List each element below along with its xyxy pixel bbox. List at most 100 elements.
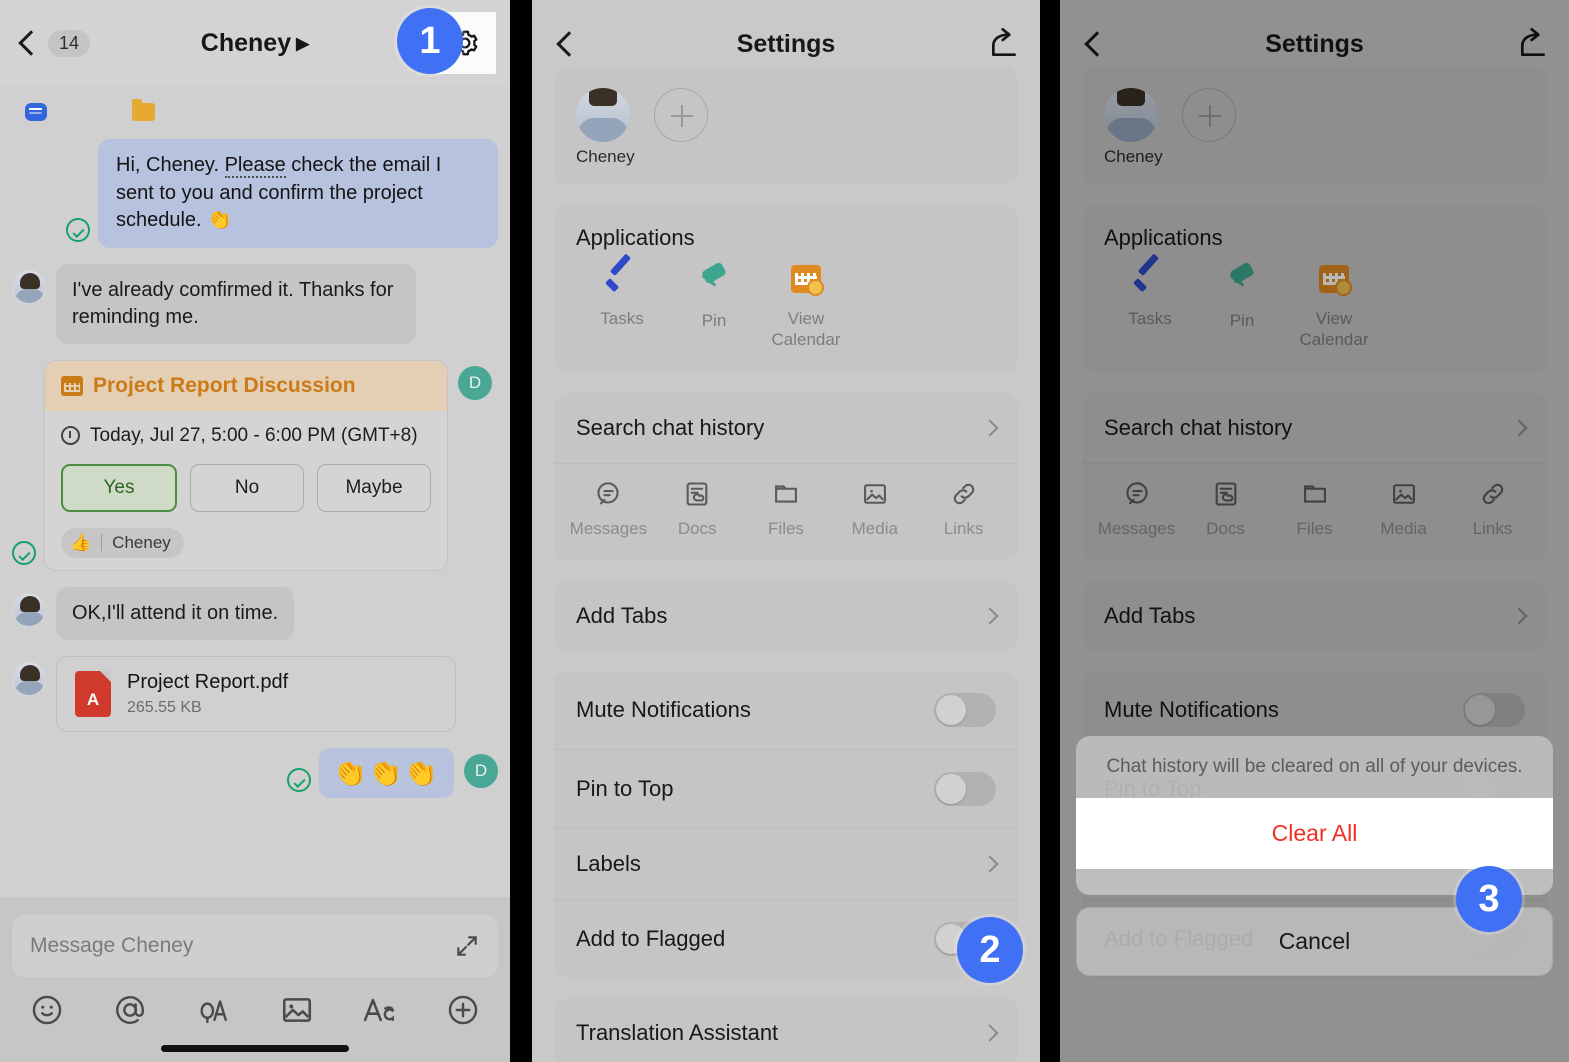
pdf-file-icon bbox=[75, 670, 111, 717]
plus-icon[interactable] bbox=[446, 993, 480, 1027]
home-indicator bbox=[161, 1045, 349, 1052]
filter-files[interactable]: Files bbox=[742, 480, 831, 539]
chevron-down-icon[interactable]: ▶ bbox=[296, 34, 309, 53]
message-text-underlined: Please bbox=[224, 154, 286, 178]
translation-assistant-card: Translation Assistant bbox=[554, 997, 1018, 1062]
file-message-row: Project Report.pdf 265.55 KB bbox=[12, 655, 498, 732]
applications-title: Applications bbox=[576, 225, 695, 250]
message-list: Hi, Cheney. Please check the email I sen… bbox=[0, 139, 510, 798]
filter-label: Files bbox=[768, 518, 804, 538]
rsvp-buttons: Yes No Maybe bbox=[61, 463, 431, 512]
pin-to-top-toggle[interactable] bbox=[934, 771, 996, 806]
filter-label: Docs bbox=[677, 518, 717, 538]
app-pin[interactable]: Pin bbox=[668, 265, 760, 351]
reaction-author: Cheney bbox=[112, 532, 171, 552]
rsvp-yes-button[interactable]: Yes bbox=[61, 463, 177, 512]
event-time-text: Today, Jul 27, 5:00 - 6:00 PM (GMT+8) bbox=[90, 424, 418, 446]
file-attachment-card[interactable]: Project Report.pdf 265.55 KB bbox=[56, 655, 456, 732]
filter-messages[interactable]: Messages bbox=[564, 480, 653, 539]
voice-to-text-icon[interactable] bbox=[196, 993, 230, 1027]
event-card[interactable]: Project Report Discussion Today, Jul 27,… bbox=[44, 359, 448, 571]
page-title: Settings bbox=[736, 29, 836, 58]
calendar-icon bbox=[61, 375, 83, 396]
search-chat-history-label: Search chat history bbox=[576, 414, 765, 440]
app-label: Tasks bbox=[600, 309, 644, 328]
app-view-calendar[interactable]: View Calendar bbox=[760, 265, 852, 351]
message-row-incoming: OK,I'll attend it on time. bbox=[12, 586, 498, 640]
translation-assistant-label: Translation Assistant bbox=[576, 1019, 779, 1045]
avatar-initial: D bbox=[464, 753, 498, 788]
thumbs-up-icon: 👍 bbox=[70, 532, 92, 552]
clear-all-button[interactable]: Clear All bbox=[1076, 798, 1553, 869]
preferences-card: Mute Notifications Pin to Top Labels Add… bbox=[554, 670, 1018, 978]
message-row-outgoing: Hi, Cheney. Please check the email I sen… bbox=[12, 139, 498, 248]
reaction-chip[interactable]: 👍 Cheney bbox=[61, 527, 184, 558]
avatar-initial: D bbox=[458, 365, 492, 400]
filter-links[interactable]: Links bbox=[919, 480, 1008, 539]
step-badge-3: 3 bbox=[1456, 866, 1522, 932]
clear-history-action-sheet: Chat history will be cleared on all of y… bbox=[1076, 736, 1553, 976]
settings-navbar: Settings bbox=[532, 0, 1040, 88]
settings-body: Cheney Applications Tasks Pin View Calen… bbox=[532, 66, 1040, 1062]
clock-icon bbox=[61, 426, 80, 446]
app-tasks[interactable]: Tasks bbox=[576, 265, 668, 351]
event-card-body: Today, Jul 27, 5:00 - 6:00 PM (GMT+8) Ye… bbox=[45, 411, 447, 570]
avatar bbox=[576, 88, 630, 142]
back-chevron-icon[interactable] bbox=[14, 30, 40, 56]
row-labels[interactable]: Labels bbox=[554, 827, 1018, 899]
filter-media[interactable]: Media bbox=[830, 480, 919, 539]
add-member-icon[interactable] bbox=[654, 88, 708, 142]
chat-bubble-icon bbox=[25, 102, 47, 121]
avatar bbox=[12, 661, 46, 696]
message-text-part1: Hi, Cheney. bbox=[116, 154, 225, 176]
members-list: Cheney bbox=[554, 88, 1018, 185]
filter-label: Messages bbox=[569, 518, 648, 538]
emoji-icon[interactable] bbox=[30, 993, 64, 1027]
message-bubble-outgoing[interactable]: Hi, Cheney. Please check the email I sen… bbox=[98, 139, 498, 248]
link-icon bbox=[953, 483, 974, 504]
filter-label: Links bbox=[943, 518, 984, 538]
add-tabs-row[interactable]: Add Tabs bbox=[554, 581, 1018, 651]
text-format-icon[interactable] bbox=[363, 993, 397, 1027]
message-bubble-incoming[interactable]: I've already comfirmed it. Thanks for re… bbox=[56, 263, 416, 344]
unread-count-badge[interactable]: 14 bbox=[48, 29, 91, 57]
divider bbox=[101, 534, 103, 552]
filter-docs[interactable]: Docs bbox=[653, 480, 742, 539]
calendar-clock-icon bbox=[791, 265, 824, 296]
row-label: Pin to Top bbox=[576, 775, 674, 801]
add-tabs-card: Add Tabs bbox=[554, 580, 1018, 651]
mute-notifications-toggle[interactable] bbox=[934, 692, 996, 727]
expand-icon[interactable] bbox=[454, 933, 480, 959]
row-mute-notifications[interactable]: Mute Notifications bbox=[554, 671, 1018, 749]
translation-assistant-row[interactable]: Translation Assistant bbox=[554, 998, 1018, 1062]
emoji-message-bubble[interactable]: 👏👏👏 bbox=[319, 747, 454, 798]
settings-panel: Settings Cheney Applications Tasks Pin V… bbox=[532, 0, 1040, 1062]
rsvp-maybe-button[interactable]: Maybe bbox=[317, 463, 431, 512]
search-chat-history-row[interactable]: Search chat history bbox=[554, 393, 1018, 463]
event-time: Today, Jul 27, 5:00 - 6:00 PM (GMT+8) bbox=[61, 425, 431, 447]
event-card-header: Project Report Discussion bbox=[45, 360, 447, 411]
member-item[interactable]: Cheney bbox=[576, 88, 635, 167]
rsvp-no-button[interactable]: No bbox=[190, 463, 304, 512]
message-sent-check-icon bbox=[287, 767, 312, 792]
image-icon[interactable] bbox=[280, 993, 314, 1027]
message-composer bbox=[0, 897, 510, 1062]
row-pin-to-top[interactable]: Pin to Top bbox=[554, 748, 1018, 828]
image-icon bbox=[863, 483, 886, 504]
message-input[interactable] bbox=[30, 934, 454, 958]
search-chat-history-card: Search chat history Messages Docs Files … bbox=[554, 392, 1018, 561]
chevron-right-icon bbox=[981, 419, 999, 436]
chevron-right-icon bbox=[981, 607, 999, 624]
screenshot-stage: 14 Cheney▶ Chat File + bbox=[0, 0, 1569, 1062]
message-bubble-incoming[interactable]: OK,I'll attend it on time. bbox=[56, 586, 295, 640]
file-size: 265.55 KB bbox=[127, 698, 202, 716]
composer-toolbar bbox=[12, 977, 498, 1039]
app-label: View Calendar bbox=[771, 309, 841, 350]
folder-icon bbox=[132, 98, 156, 121]
quick-filters: Messages Docs Files Media Links bbox=[554, 462, 1018, 561]
row-add-to-flagged[interactable]: Add to Flagged bbox=[554, 898, 1018, 978]
message-input-wrapper[interactable] bbox=[12, 915, 498, 977]
applications-list: Tasks Pin View Calendar bbox=[554, 255, 1018, 373]
message-sent-check-icon bbox=[12, 540, 36, 565]
mention-icon[interactable] bbox=[113, 993, 147, 1027]
